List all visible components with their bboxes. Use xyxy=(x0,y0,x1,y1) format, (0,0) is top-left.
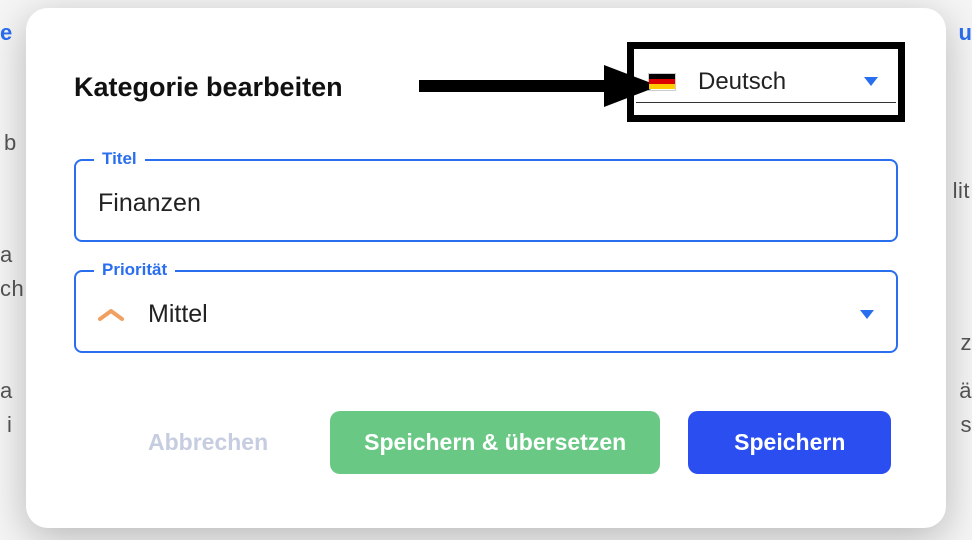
dialog-actions: Abbrechen Speichern & übersetzen Speiche… xyxy=(74,411,898,474)
chevron-down-icon xyxy=(860,307,874,323)
arrow-annotation-icon xyxy=(419,65,659,107)
language-selector-highlight: Deutsch xyxy=(627,42,905,122)
dialog-header: Kategorie bearbeiten Deutsch xyxy=(74,72,898,103)
edit-category-dialog: Kategorie bearbeiten Deutsch Titel xyxy=(26,8,946,528)
title-field[interactable]: Titel xyxy=(74,159,898,242)
title-input[interactable] xyxy=(98,189,874,218)
priority-field[interactable]: Priorität Mittel xyxy=(74,270,898,353)
language-label: Deutsch xyxy=(698,68,864,96)
language-selector[interactable]: Deutsch xyxy=(636,62,896,103)
dialog-title: Kategorie bearbeiten xyxy=(74,72,343,103)
priority-medium-icon xyxy=(98,306,124,324)
germany-flag-icon xyxy=(648,73,676,91)
priority-value: Mittel xyxy=(148,300,860,329)
chevron-down-icon xyxy=(864,74,878,90)
save-and-translate-button[interactable]: Speichern & übersetzen xyxy=(330,411,660,474)
priority-field-label: Priorität xyxy=(94,260,175,280)
priority-select[interactable]: Mittel xyxy=(98,300,874,329)
cancel-button[interactable]: Abbrechen xyxy=(114,411,302,474)
title-field-label: Titel xyxy=(94,149,145,169)
save-button[interactable]: Speichern xyxy=(688,411,891,474)
